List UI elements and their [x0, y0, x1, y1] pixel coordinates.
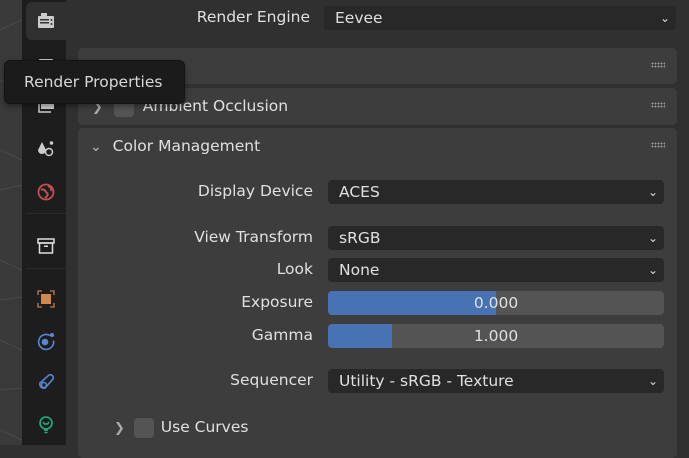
look-value: None: [339, 261, 380, 279]
slider-fill: [328, 291, 496, 315]
exposure-value: 0.000: [473, 294, 519, 312]
exposure-label: Exposure: [241, 293, 313, 311]
panel-header[interactable]: ⌄ Color Management: [78, 128, 677, 164]
tab-object[interactable]: [26, 280, 66, 318]
exposure-slider[interactable]: 0.000: [328, 291, 664, 315]
view-transform-dropdown[interactable]: sRGB ⌄: [328, 226, 664, 250]
tab-scene[interactable]: [26, 129, 66, 167]
drag-handle-icon[interactable]: [651, 102, 665, 108]
render-engine-value: Eevee: [335, 9, 383, 27]
sequencer-dropdown[interactable]: Utility - sRGB - Texture ⌄: [328, 369, 664, 393]
chevron-down-icon: ⌄: [90, 139, 102, 155]
light-icon: [39, 416, 53, 434]
tab-physics[interactable]: [26, 322, 66, 360]
use-curves-label: Use Curves: [160, 418, 249, 436]
sequencer-label: Sequencer: [230, 371, 313, 389]
display-device-dropdown[interactable]: ACES ⌄: [328, 180, 664, 204]
panel-title: Color Management: [112, 137, 261, 155]
sequencer-value: Utility - sRGB - Texture: [339, 372, 514, 390]
chevron-down-icon: ⌄: [647, 374, 658, 388]
slider-fill: [328, 324, 392, 348]
chevron-right-icon: ❯: [114, 421, 125, 436]
render-icon: [38, 13, 54, 28]
drag-handle-icon[interactable]: [651, 62, 665, 68]
chevron-down-icon: ⌄: [647, 263, 658, 277]
gamma-value: 1.000: [473, 327, 519, 345]
look-dropdown[interactable]: None ⌄: [328, 258, 664, 282]
world-icon: [37, 183, 55, 201]
use-curves-subpanel[interactable]: ❯ Use Curves: [114, 416, 248, 440]
chevron-down-icon: ⌄: [647, 231, 658, 245]
display-device-value: ACES: [339, 183, 380, 201]
tab-constraints[interactable]: [26, 363, 66, 401]
render-engine-label: Render Engine: [196, 8, 310, 26]
tab-world[interactable]: [26, 172, 66, 210]
view-transform-value: sRGB: [339, 229, 381, 247]
render-engine-dropdown[interactable]: Eevee ⌄: [324, 6, 676, 30]
tab-render[interactable]: [26, 2, 66, 40]
tab-object-data[interactable]: [26, 406, 66, 444]
chevron-down-icon: ⌄: [659, 11, 670, 25]
chevron-down-icon: ⌄: [647, 185, 658, 199]
drag-handle-icon[interactable]: [651, 142, 665, 148]
physics-icon: [37, 333, 55, 351]
use-curves-checkbox[interactable]: [133, 417, 154, 438]
look-label: Look: [276, 260, 313, 278]
gamma-label: Gamma: [251, 326, 313, 344]
tab-collection[interactable]: [26, 227, 66, 265]
gamma-slider[interactable]: 1.000: [328, 324, 664, 348]
display-device-label: Display Device: [197, 182, 313, 200]
tooltip: Render Properties: [4, 60, 185, 104]
view-transform-label: View Transform: [194, 228, 313, 246]
scene-icon: [38, 141, 54, 157]
constraints-icon: [39, 373, 55, 389]
object-icon: [37, 290, 55, 308]
collection-icon: [37, 238, 55, 254]
